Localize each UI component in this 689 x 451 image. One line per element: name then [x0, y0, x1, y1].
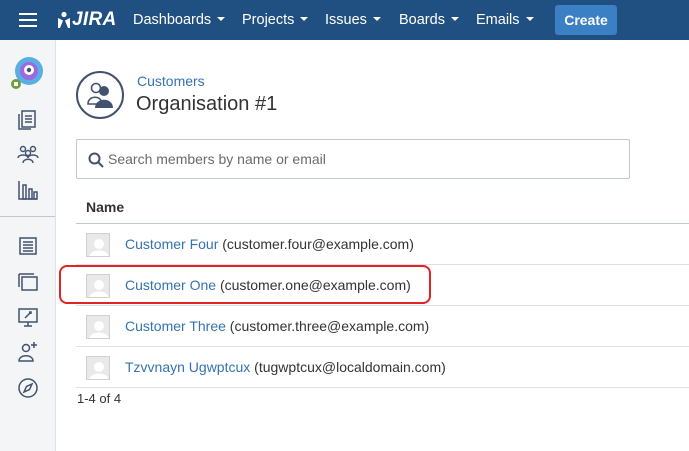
customer-name-link[interactable]: Customer Four (customer.four@example.com…: [125, 236, 414, 252]
logo-text: JIRA: [72, 9, 117, 30]
customer-email: (tugwptcux@localdomain.com): [254, 359, 446, 375]
create-button[interactable]: Create: [555, 5, 617, 35]
nav-issues-label: Issues: [325, 12, 367, 28]
chevron-down-icon: [525, 17, 534, 22]
raise-request-icon[interactable]: [16, 305, 40, 329]
reports-icon[interactable]: [16, 178, 40, 202]
nav-projects-label: Projects: [242, 12, 295, 28]
channels-icon[interactable]: [16, 269, 40, 293]
search-icon: [88, 152, 104, 168]
customer-name-link[interactable]: Customer Three (customer.three@example.c…: [125, 318, 429, 334]
invite-team-icon[interactable]: [16, 340, 40, 364]
table-row: Customer Four (customer.four@example.com…: [76, 224, 689, 264]
user-avatar-icon: [86, 233, 110, 257]
jira-logo-icon: [58, 11, 70, 28]
chevron-down-icon: [372, 17, 381, 22]
pagination-count: 1-4 of 4: [77, 391, 122, 406]
customer-email: (customer.three@example.com): [229, 318, 430, 334]
nav-emails[interactable]: Emails: [476, 0, 534, 40]
customer-name[interactable]: Customer Four: [125, 236, 218, 252]
jira-logo[interactable]: JIRA: [57, 9, 117, 31]
knowledge-base-icon[interactable]: [16, 234, 40, 258]
queues-icon[interactable]: [16, 107, 40, 131]
table-row: Customer Three (customer.three@example.c…: [76, 306, 689, 346]
project-avatar-icon[interactable]: [10, 56, 46, 92]
menu-icon[interactable]: [19, 13, 37, 27]
chevron-down-icon: [217, 17, 226, 22]
customer-name-link[interactable]: Tzvvnayn Ugwptcux (tugwptcux@localdomain…: [125, 359, 446, 375]
breadcrumb-customers[interactable]: Customers: [137, 73, 205, 89]
discover-icon[interactable]: [16, 376, 40, 400]
customer-email: (customer.four@example.com): [222, 236, 414, 252]
user-avatar-icon: [86, 315, 110, 339]
user-avatar-icon: [86, 356, 110, 380]
chevron-down-icon: [300, 17, 309, 22]
nav-projects[interactable]: Projects: [242, 0, 309, 40]
organization-icon: [76, 71, 124, 119]
chevron-down-icon: [450, 17, 459, 22]
nav-issues[interactable]: Issues: [325, 0, 381, 40]
nav-emails-label: Emails: [476, 12, 520, 28]
sidebar-divider: [0, 216, 55, 217]
project-sidebar: [0, 40, 56, 451]
top-navigation-bar: JIRA Dashboards Projects Issues Boards E…: [0, 0, 689, 40]
row-divider: [76, 387, 689, 388]
search-input[interactable]: [108, 149, 608, 169]
search-field[interactable]: [76, 139, 630, 179]
nav-boards[interactable]: Boards: [399, 0, 459, 40]
customers-icon[interactable]: [16, 142, 40, 166]
table-row: Tzvvnayn Ugwptcux (tugwptcux@localdomain…: [76, 347, 689, 387]
page-title: Organisation #1: [136, 93, 278, 115]
customer-name[interactable]: Customer Three: [125, 318, 226, 334]
nav-dashboards[interactable]: Dashboards: [133, 0, 226, 40]
column-header-name[interactable]: Name: [86, 199, 124, 215]
nav-boards-label: Boards: [399, 12, 445, 28]
nav-dashboards-label: Dashboards: [133, 12, 212, 28]
customer-name[interactable]: Tzvvnayn Ugwptcux: [125, 359, 250, 375]
highlight-annotation: [59, 265, 431, 304]
